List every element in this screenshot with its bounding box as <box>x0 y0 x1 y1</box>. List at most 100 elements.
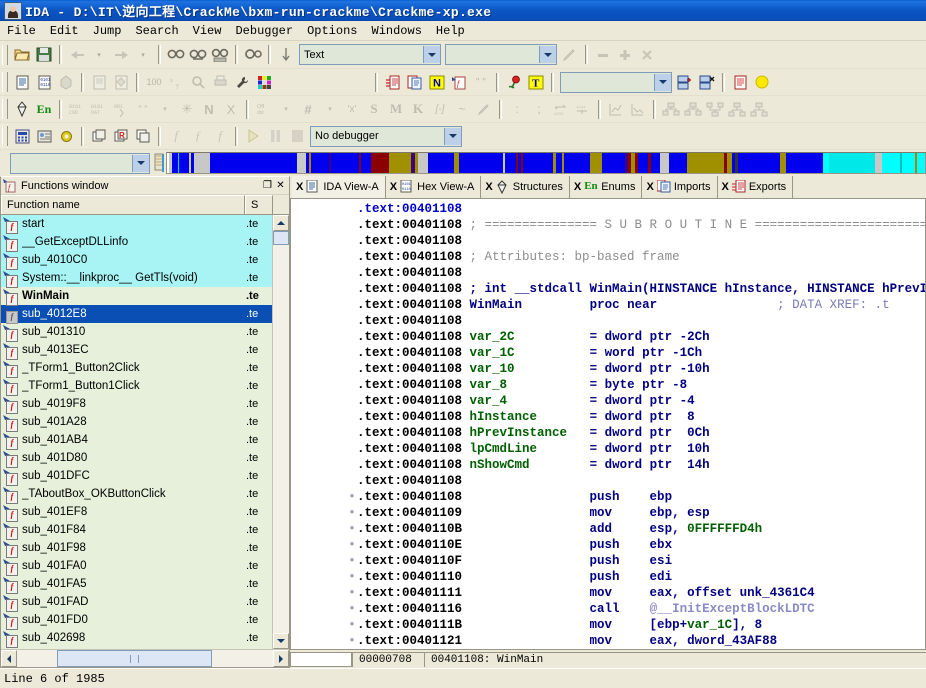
open-icon[interactable] <box>11 44 33 66</box>
menu-item-view[interactable]: View <box>186 22 229 40</box>
disassembly-line[interactable]: .text:00401108 var_4 = dword ptr -4 <box>347 393 925 409</box>
print-icon[interactable] <box>209 71 231 93</box>
xrefs-to-icon[interactable] <box>660 98 682 120</box>
scroll-thumb[interactable] <box>273 231 289 245</box>
tab-hex-view-a[interactable]: X 0101 0110 Hex View-A <box>385 176 482 198</box>
menu-item-debugger[interactable]: Debugger <box>228 22 300 40</box>
list-view-icon[interactable] <box>11 71 33 93</box>
char-icon[interactable]: 'x' <box>341 98 363 120</box>
function-list-item[interactable]: f sub_401FA5 .te <box>1 575 272 594</box>
disassembly-line[interactable]: .text:00401108 ; =============== S U B R… <box>347 217 925 233</box>
debugger-combo[interactable]: No debugger <box>310 125 462 147</box>
toolbar-grip[interactable] <box>2 99 8 119</box>
function-list-item[interactable]: f _TForm1_Button2Click .te <box>1 359 272 378</box>
convert-icon[interactable]: 1234 <box>550 98 572 120</box>
function-list-item[interactable]: f WinMain .te <box>1 287 272 306</box>
close-icon[interactable]: X <box>485 181 492 193</box>
disassembly-line[interactable]: .text:00401108 var_2C = dword ptr -2Ch <box>347 329 925 345</box>
maximize-button[interactable]: ❐ <box>261 179 274 192</box>
data-bytes-icon[interactable]: 0101 DAT <box>88 98 110 120</box>
xrefs-from-icon[interactable] <box>682 98 704 120</box>
functions-list[interactable]: f start .te f __GetExceptDLLinfo .te f sub_4010… <box>1 215 272 649</box>
function-list-item[interactable]: f sub_401AB4 .te <box>1 431 272 450</box>
number-dropdown-icon[interactable]: ▾ <box>319 98 341 120</box>
disassembly-line[interactable]: .text:00401108 ; Attributes: bp-based fr… <box>347 249 925 265</box>
search-text-combo[interactable] <box>445 44 557 65</box>
function-fd-icon[interactable]: ƒ <box>187 125 209 147</box>
function-graph-icon[interactable] <box>748 98 770 120</box>
chevron-down-icon[interactable] <box>132 154 149 172</box>
disassembly-line[interactable]: .text:00401108 hPrevInstance = dword ptr… <box>347 425 925 441</box>
close-icon[interactable]: X <box>296 181 303 193</box>
toolbar-grip[interactable] <box>2 126 8 146</box>
stack-var-icon[interactable]: [-] <box>429 98 451 120</box>
minus-icon[interactable] <box>592 44 614 66</box>
offset-dropdown-icon[interactable]: ▾ <box>275 98 297 120</box>
forward-dropdown-icon[interactable]: ▾ <box>132 44 154 66</box>
graph-down-icon[interactable] <box>605 98 627 120</box>
disassembly-line[interactable]: .text:00401108 WinMain proc near ; DATA … <box>347 297 925 313</box>
chevron-down-icon[interactable] <box>444 127 461 145</box>
disassembly-line[interactable]: •.text:00401121 mov eax, dword_43AF88 <box>347 633 925 649</box>
close-icon[interactable]: X <box>646 181 653 193</box>
delete-segment-icon[interactable] <box>696 71 718 93</box>
function-list-item[interactable]: f _TForm1_Button1Click .te <box>1 377 272 396</box>
enums-en-icon[interactable]: En <box>33 98 55 120</box>
function-list-item[interactable]: f sub_401D80 .te <box>1 449 272 468</box>
edit-pencil-icon[interactable] <box>473 98 495 120</box>
scroll-track[interactable] <box>273 231 289 633</box>
scroll-right-button[interactable] <box>273 650 289 667</box>
rename-icon[interactable]: N <box>198 98 220 120</box>
reload-window-icon[interactable]: R <box>110 125 132 147</box>
scroll-left-button[interactable] <box>1 650 17 667</box>
new-segment-icon[interactable] <box>674 71 696 93</box>
disassembly-body[interactable]: .text:00401108 .text:00401108 ; ========… <box>290 199 926 650</box>
text-icon[interactable]: T <box>525 71 547 93</box>
keyword-icon[interactable]: K <box>407 98 429 120</box>
close-icon[interactable]: ✕ <box>274 179 287 192</box>
disassembly-line[interactable]: .text:00401108 var_8 = byte ptr -8 <box>347 377 925 393</box>
search-icon[interactable] <box>187 71 209 93</box>
search-sequence-icon[interactable] <box>209 44 231 66</box>
save-icon[interactable] <box>33 44 55 66</box>
cascade-windows-icon[interactable] <box>132 125 154 147</box>
disassembly-line[interactable]: .text:00401108 hInstance = dword ptr 8 <box>347 409 925 425</box>
disassembly-text[interactable]: .text:00401108 .text:00401108 ; ========… <box>347 199 925 649</box>
tab-imports[interactable]: X Imports <box>642 176 718 198</box>
string-dropdown-icon[interactable]: ▾ <box>154 98 176 120</box>
function-list-item[interactable]: f System::__linkproc__ GetTls(void) .te <box>1 269 272 288</box>
percent-icon[interactable]: 100 <box>143 71 165 93</box>
offset-icon[interactable]: Off dst <box>253 98 275 120</box>
menu-item-jump[interactable]: Jump <box>86 22 129 40</box>
manual-icon[interactable]: M <box>385 98 407 120</box>
search-text-icon[interactable] <box>242 44 264 66</box>
undefined-bytes-icon[interactable]: 0R1 <box>110 98 132 120</box>
functions-horizontal-scrollbar[interactable] <box>1 649 289 667</box>
plus-icon[interactable] <box>614 44 636 66</box>
disassembly-line[interactable]: •.text:00401116 call @__InitExceptBlockL… <box>347 601 925 617</box>
disassembly-line[interactable]: .text:00401108 <box>347 313 925 329</box>
wave-icon[interactable]: ~ <box>451 98 473 120</box>
jump-address-combo[interactable] <box>10 152 150 174</box>
semicolon-icon[interactable]: ; <box>528 98 550 120</box>
tab-exports[interactable]: X Exports <box>717 176 794 198</box>
pencil-icon[interactable] <box>559 44 581 66</box>
colors-icon[interactable] <box>253 71 275 93</box>
disassembly-line[interactable]: .text:00401108 <box>347 265 925 281</box>
colon-icon[interactable]: : <box>506 98 528 120</box>
function-list-item[interactable]: f sub_401F84 .te <box>1 521 272 540</box>
menu-item-file[interactable]: File <box>0 22 43 40</box>
column-header-function-name[interactable]: Function name <box>1 195 245 214</box>
names-window-icon[interactable] <box>88 71 110 93</box>
imports-icon[interactable] <box>404 71 426 93</box>
options-gear-icon[interactable] <box>55 125 77 147</box>
function-list-item[interactable]: f start .te <box>1 215 272 234</box>
function-list-item[interactable]: f sub_401DFC .te <box>1 467 272 486</box>
function-list-item[interactable]: f sub_402698 .te <box>1 629 272 648</box>
function-f-icon[interactable]: f <box>165 125 187 147</box>
hscroll-track[interactable] <box>17 650 273 667</box>
structures-tab-icon[interactable] <box>11 98 33 120</box>
search-type-combo[interactable]: Text <box>299 44 441 65</box>
names-icon[interactable]: N <box>426 71 448 93</box>
toolbar2-combo[interactable] <box>560 71 672 93</box>
